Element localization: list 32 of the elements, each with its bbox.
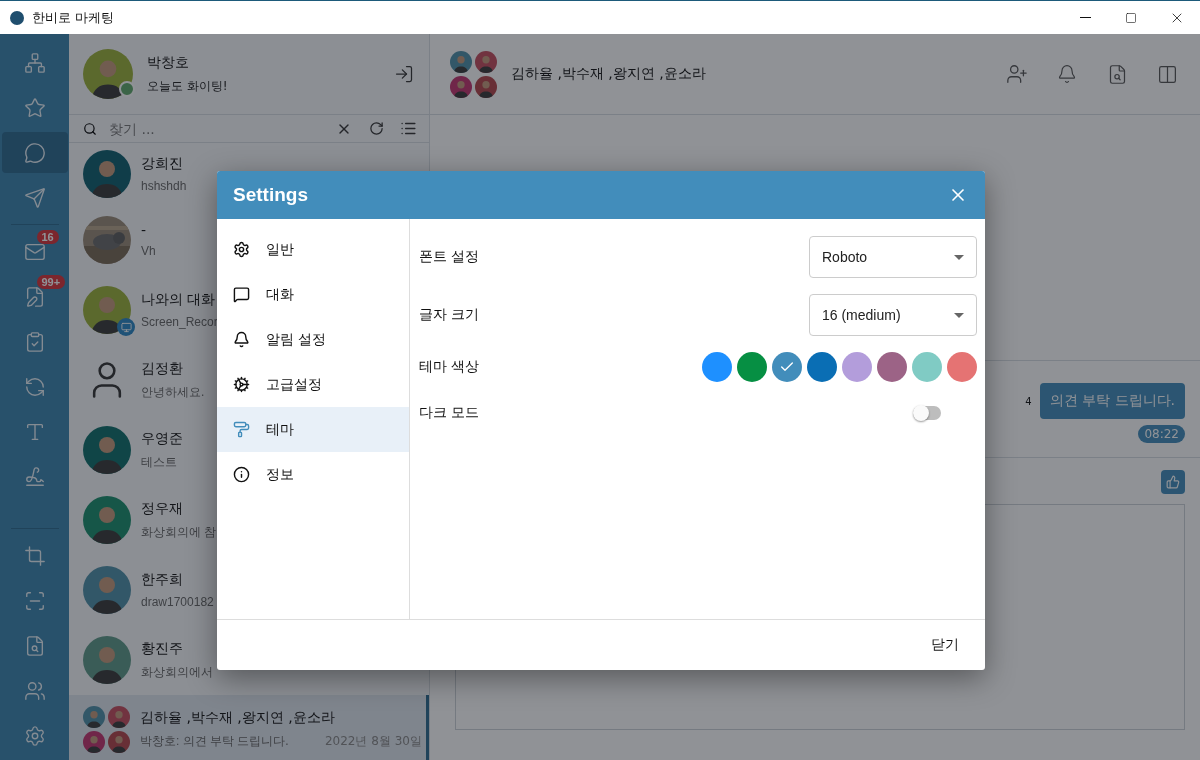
count-badge: 99+ [36,275,66,289]
contact-name: 김하율 ,박수재 ,왕지연 ,윤소라 [140,708,335,727]
message-preview: Screen_Recor [141,315,218,329]
field-label: 다크 모드 [419,404,480,422]
message-preview: Vh [141,244,156,258]
field-label: 폰트 설정 [419,248,480,266]
contact-name: 김정환 [141,359,183,378]
contact-name: 우영준 [141,429,183,448]
window-title: 한비로 마케팅 [32,8,116,27]
unread-count: 4 [1025,395,1032,407]
message-preview: draw1700182 [141,595,214,609]
message-preview: hshshdh [141,179,187,193]
contact-name: 나와의 대화 [141,291,216,309]
message-preview: 화상회의에 참 [141,523,217,541]
status-message: 오늘도 화이팅! [147,77,229,95]
count-badge: 16 [36,230,59,244]
contact-name: 한주희 [141,571,183,589]
dialog-title: Settings [233,184,309,206]
field-label: 글자 크기 [419,306,480,324]
user-name: 박창호 [147,53,190,72]
contact-name: 강희진 [141,155,183,173]
contact-name: 황진주 [141,639,183,658]
message-preview: 테스트 [141,453,177,471]
contact-name: - [141,222,147,238]
message-preview: 안녕하세요. [141,383,205,401]
message-preview: 화상회의에서 [141,663,213,681]
chat-title: 김하율 ,박수재 ,왕지연 ,윤소라 [511,65,707,83]
message-preview: 박창호: 의견 부탁 드립니다. [140,732,289,750]
message-bubble: 의견 부탁 드립니다. [1039,383,1185,419]
message-time: 08:22 [1138,425,1185,443]
contact-name: 정우재 [141,499,183,518]
field-label: 테마 색상 [419,358,480,376]
